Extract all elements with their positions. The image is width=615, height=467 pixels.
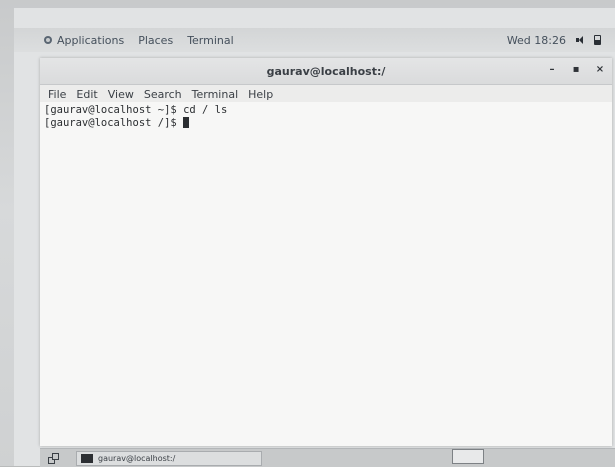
- taskbar-window-label: gaurav@localhost:/: [98, 454, 176, 463]
- minimize-button[interactable]: –: [546, 64, 558, 75]
- battery-icon[interactable]: [594, 35, 601, 45]
- terminal-output[interactable]: [gaurav@localhost ~]$ cd / ls [gaurav@loc…: [40, 102, 612, 446]
- volume-icon[interactable]: [576, 36, 584, 44]
- applications-label: Applications: [57, 33, 125, 47]
- maximize-button[interactable]: ▪: [570, 64, 582, 75]
- terminal-app-menu[interactable]: Terminal: [187, 34, 234, 47]
- window-menubar: File Edit View Search Terminal Help: [40, 85, 612, 103]
- applications-menu[interactable]: Applications: [44, 34, 124, 47]
- menu-terminal[interactable]: Terminal: [192, 88, 239, 101]
- menu-search[interactable]: Search: [144, 88, 182, 101]
- close-button[interactable]: ×: [594, 64, 606, 75]
- window-title: gaurav@localhost:/: [266, 64, 386, 78]
- clock[interactable]: Wed 18:26: [507, 34, 566, 47]
- bottom-taskbar: gaurav@localhost:/: [40, 448, 615, 467]
- menu-file[interactable]: File: [48, 88, 66, 101]
- taskbar-window-button[interactable]: gaurav@localhost:/: [76, 451, 262, 466]
- show-desktop-icon[interactable]: [48, 453, 59, 464]
- terminal-icon: [81, 454, 93, 463]
- window-titlebar[interactable]: gaurav@localhost:/ – ▪ ×: [40, 58, 612, 85]
- terminal-prompt-line: [gaurav@localhost /]$: [44, 117, 608, 130]
- places-menu[interactable]: Places: [138, 34, 173, 47]
- terminal-line: [gaurav@localhost ~]$ cd / ls: [44, 104, 228, 116]
- terminal-window: gaurav@localhost:/ – ▪ × File Edit View …: [40, 58, 612, 446]
- applications-icon: [44, 36, 52, 44]
- terminal-prompt: [gaurav@localhost /]$: [44, 117, 184, 129]
- menu-edit[interactable]: Edit: [76, 88, 97, 101]
- top-panel: Applications Places Terminal Wed 18:26: [14, 28, 615, 52]
- workspace-switcher[interactable]: [452, 449, 484, 464]
- menu-help[interactable]: Help: [248, 88, 273, 101]
- menu-view[interactable]: View: [108, 88, 134, 101]
- text-cursor: [183, 117, 190, 128]
